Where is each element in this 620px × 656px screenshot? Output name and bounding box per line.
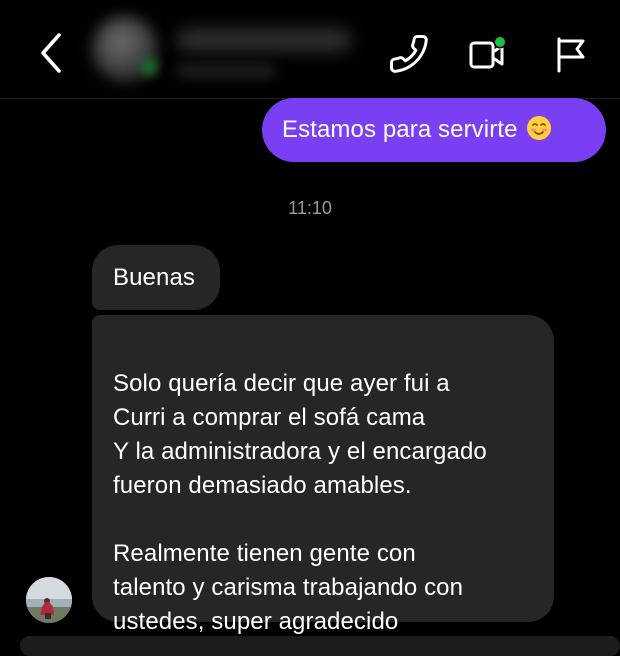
message-text: Solo quería decir que ayer fui a Curri a…: [113, 370, 487, 635]
incoming-message-bubble[interactable]: Solo quería decir que ayer fui a Curri a…: [92, 315, 554, 635]
video-camera-icon: [469, 35, 507, 69]
contact-name[interactable]: [176, 28, 352, 52]
phone-icon: [390, 35, 428, 73]
next-message-bubble: [20, 636, 620, 656]
incoming-message-bubble[interactable]: Buenas: [92, 245, 220, 310]
chevron-left-icon: [41, 33, 61, 73]
avatar-photo-icon: [26, 577, 72, 623]
message-text: Buenas: [113, 264, 195, 291]
smiling-face-emoji-icon: [526, 115, 552, 151]
active-dot-icon: [495, 37, 505, 47]
back-button[interactable]: [32, 30, 72, 76]
active-status-dot: [140, 58, 158, 76]
sender-avatar[interactable]: [26, 577, 72, 623]
contact-status: [176, 64, 276, 78]
call-button[interactable]: [388, 33, 430, 75]
chat-header: [0, 0, 620, 99]
video-call-button[interactable]: [466, 33, 508, 75]
outgoing-message-bubble[interactable]: Estamos para servirte: [262, 98, 606, 162]
message-text: Estamos para servirte: [282, 116, 518, 143]
flag-icon: [557, 37, 585, 73]
report-button[interactable]: [550, 33, 592, 75]
message-timestamp: 11:10: [288, 198, 332, 218]
